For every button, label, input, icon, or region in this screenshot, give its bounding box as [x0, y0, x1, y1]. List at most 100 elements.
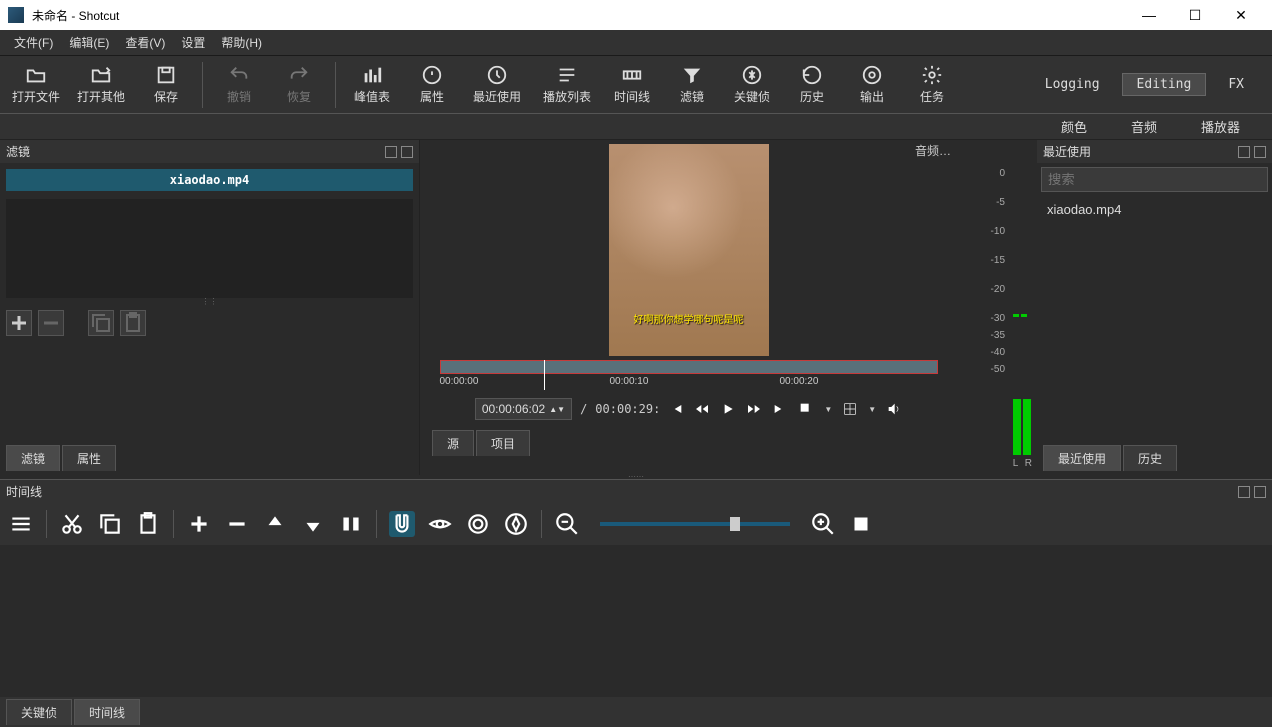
- export-button[interactable]: 输出: [842, 58, 902, 112]
- audio-meter: 0 -5 -10 -15 -20 -30 -35 -40 -50 L R: [957, 140, 1037, 475]
- copy-button[interactable]: [97, 511, 123, 537]
- forward-button[interactable]: [746, 401, 762, 417]
- tick-1: 00:00:10: [610, 376, 649, 387]
- current-timecode[interactable]: 00:00:06:02▲▼: [475, 398, 572, 420]
- open-file-button[interactable]: 打开文件: [6, 58, 66, 112]
- maximize-button[interactable]: ☐: [1172, 0, 1218, 30]
- layout-logging[interactable]: Logging: [1023, 67, 1122, 102]
- zoom-dropdown[interactable]: [798, 401, 814, 417]
- skip-start-button[interactable]: [668, 401, 684, 417]
- zoom-out-button[interactable]: [554, 511, 580, 537]
- panel-undock-icon[interactable]: [385, 146, 397, 158]
- paste-button[interactable]: [135, 511, 161, 537]
- tab-source[interactable]: 源: [432, 430, 474, 456]
- video-preview[interactable]: 好啊那你想学哪句呢是呢: [609, 144, 769, 356]
- timeline-button[interactable]: 时间线: [602, 58, 662, 112]
- overwrite-button[interactable]: [300, 511, 326, 537]
- menu-help[interactable]: 帮助(H): [213, 31, 270, 54]
- meter-bar-left: [1013, 399, 1021, 455]
- peak-meter-button[interactable]: 峰值表: [342, 58, 402, 112]
- meter-lr-label: L R: [1013, 458, 1034, 469]
- subtitle-text: 好啊那你想学哪句呢是呢: [609, 311, 769, 326]
- tab-properties[interactable]: 属性: [62, 445, 116, 471]
- add-filter-button[interactable]: [6, 310, 32, 336]
- save-button[interactable]: 保存: [136, 58, 196, 112]
- cut-button[interactable]: [59, 511, 85, 537]
- tab-history[interactable]: 历史: [1123, 445, 1177, 471]
- ripple-all-button[interactable]: [503, 511, 529, 537]
- skip-end-button[interactable]: [772, 401, 788, 417]
- meter-val: -35: [991, 330, 1005, 341]
- audio-dropdown[interactable]: 音频…: [915, 142, 951, 159]
- snap-button[interactable]: [389, 511, 415, 537]
- redo-button[interactable]: 恢复: [269, 58, 329, 112]
- playlist-button[interactable]: 播放列表: [532, 58, 602, 112]
- menu-edit[interactable]: 编辑(E): [61, 31, 117, 54]
- filter-list-area: [6, 199, 413, 298]
- meter-val: -50: [991, 364, 1005, 375]
- jobs-button[interactable]: 任务: [902, 58, 962, 112]
- history-button[interactable]: 历史: [782, 58, 842, 112]
- scrub-bar[interactable]: 00:00:00 00:00:10 00:00:20: [434, 360, 944, 396]
- open-other-button[interactable]: 打开其他: [66, 58, 136, 112]
- titlebar: 未命名 - Shotcut — ☐ ✕: [0, 0, 1272, 30]
- rewind-button[interactable]: [694, 401, 710, 417]
- minimize-button[interactable]: —: [1126, 0, 1172, 30]
- timeline-tracks-area[interactable]: [0, 545, 1272, 697]
- filters-panel-header: 滤镜: [0, 140, 419, 163]
- layout-editing[interactable]: Editing: [1122, 73, 1207, 96]
- panel-close-icon[interactable]: [401, 146, 413, 158]
- properties-button[interactable]: 属性: [402, 58, 462, 112]
- volume-button[interactable]: [886, 401, 902, 417]
- tab-project[interactable]: 项目: [476, 430, 530, 456]
- copy-filter-button[interactable]: [88, 310, 114, 336]
- paste-filter-button[interactable]: [120, 310, 146, 336]
- menubar: 文件(F) 编辑(E) 查看(V) 设置 帮助(H): [0, 30, 1272, 56]
- keyframes-button[interactable]: 关键侦: [722, 58, 782, 112]
- meter-val: -20: [991, 284, 1005, 295]
- ripple-button[interactable]: [465, 511, 491, 537]
- tick-0: 00:00:00: [440, 376, 479, 387]
- panel-undock-icon[interactable]: [1238, 146, 1250, 158]
- timeline-toolbar: [0, 503, 1272, 545]
- menu-view[interactable]: 查看(V): [117, 31, 173, 54]
- tab-filters[interactable]: 滤镜: [6, 445, 60, 471]
- selected-clip-label[interactable]: xiaodao.mp4: [6, 169, 413, 191]
- tab-keyframes[interactable]: 关键侦: [6, 699, 72, 725]
- close-button[interactable]: ✕: [1218, 0, 1264, 30]
- timeline-menu-button[interactable]: [8, 511, 34, 537]
- split-button[interactable]: [338, 511, 364, 537]
- play-button[interactable]: [720, 401, 736, 417]
- main-row: 滤镜 xiaodao.mp4 ⋮⋮ 滤镜 属性 音频… 好啊那你想学哪句呢是呢: [0, 140, 1272, 475]
- undo-button[interactable]: 撤销: [209, 58, 269, 112]
- panel-undock-icon[interactable]: [1238, 486, 1250, 498]
- recent-item[interactable]: xiaodao.mp4: [1037, 196, 1272, 223]
- recent-button[interactable]: 最近使用: [462, 58, 532, 112]
- app-logo-icon: [8, 7, 24, 23]
- layout-fx[interactable]: FX: [1206, 67, 1266, 102]
- meter-val: 0: [999, 168, 1005, 179]
- append-button[interactable]: [186, 511, 212, 537]
- meter-val: -40: [991, 347, 1005, 358]
- filters-button[interactable]: 滤镜: [662, 58, 722, 112]
- remove-button[interactable]: [224, 511, 250, 537]
- zoom-fit-button[interactable]: [848, 511, 874, 537]
- lift-button[interactable]: [262, 511, 288, 537]
- recent-panel: 最近使用 xiaodao.mp4 最近使用 历史: [1037, 140, 1272, 475]
- tab-recent[interactable]: 最近使用: [1043, 445, 1121, 471]
- menu-settings[interactable]: 设置: [173, 31, 213, 54]
- window-title: 未命名 - Shotcut: [32, 7, 119, 24]
- remove-filter-button[interactable]: [38, 310, 64, 336]
- grid-dropdown[interactable]: [842, 401, 858, 417]
- main-toolbar: 打开文件 打开其他 保存 撤销 恢复 峰值表 属性 最近使用 播放列表 时间线 …: [0, 56, 1272, 114]
- zoom-slider-handle[interactable]: [730, 517, 740, 531]
- tab-timeline[interactable]: 时间线: [74, 699, 140, 725]
- zoom-in-button[interactable]: [810, 511, 836, 537]
- scrub-button[interactable]: [427, 511, 453, 537]
- transport-controls: 00:00:06:02▲▼ / 00:00:29: ▼ ▼: [475, 398, 902, 420]
- search-input[interactable]: [1041, 167, 1268, 192]
- panel-close-icon[interactable]: [1254, 486, 1266, 498]
- panel-close-icon[interactable]: [1254, 146, 1266, 158]
- menu-file[interactable]: 文件(F): [6, 31, 61, 54]
- zoom-slider[interactable]: [600, 522, 790, 526]
